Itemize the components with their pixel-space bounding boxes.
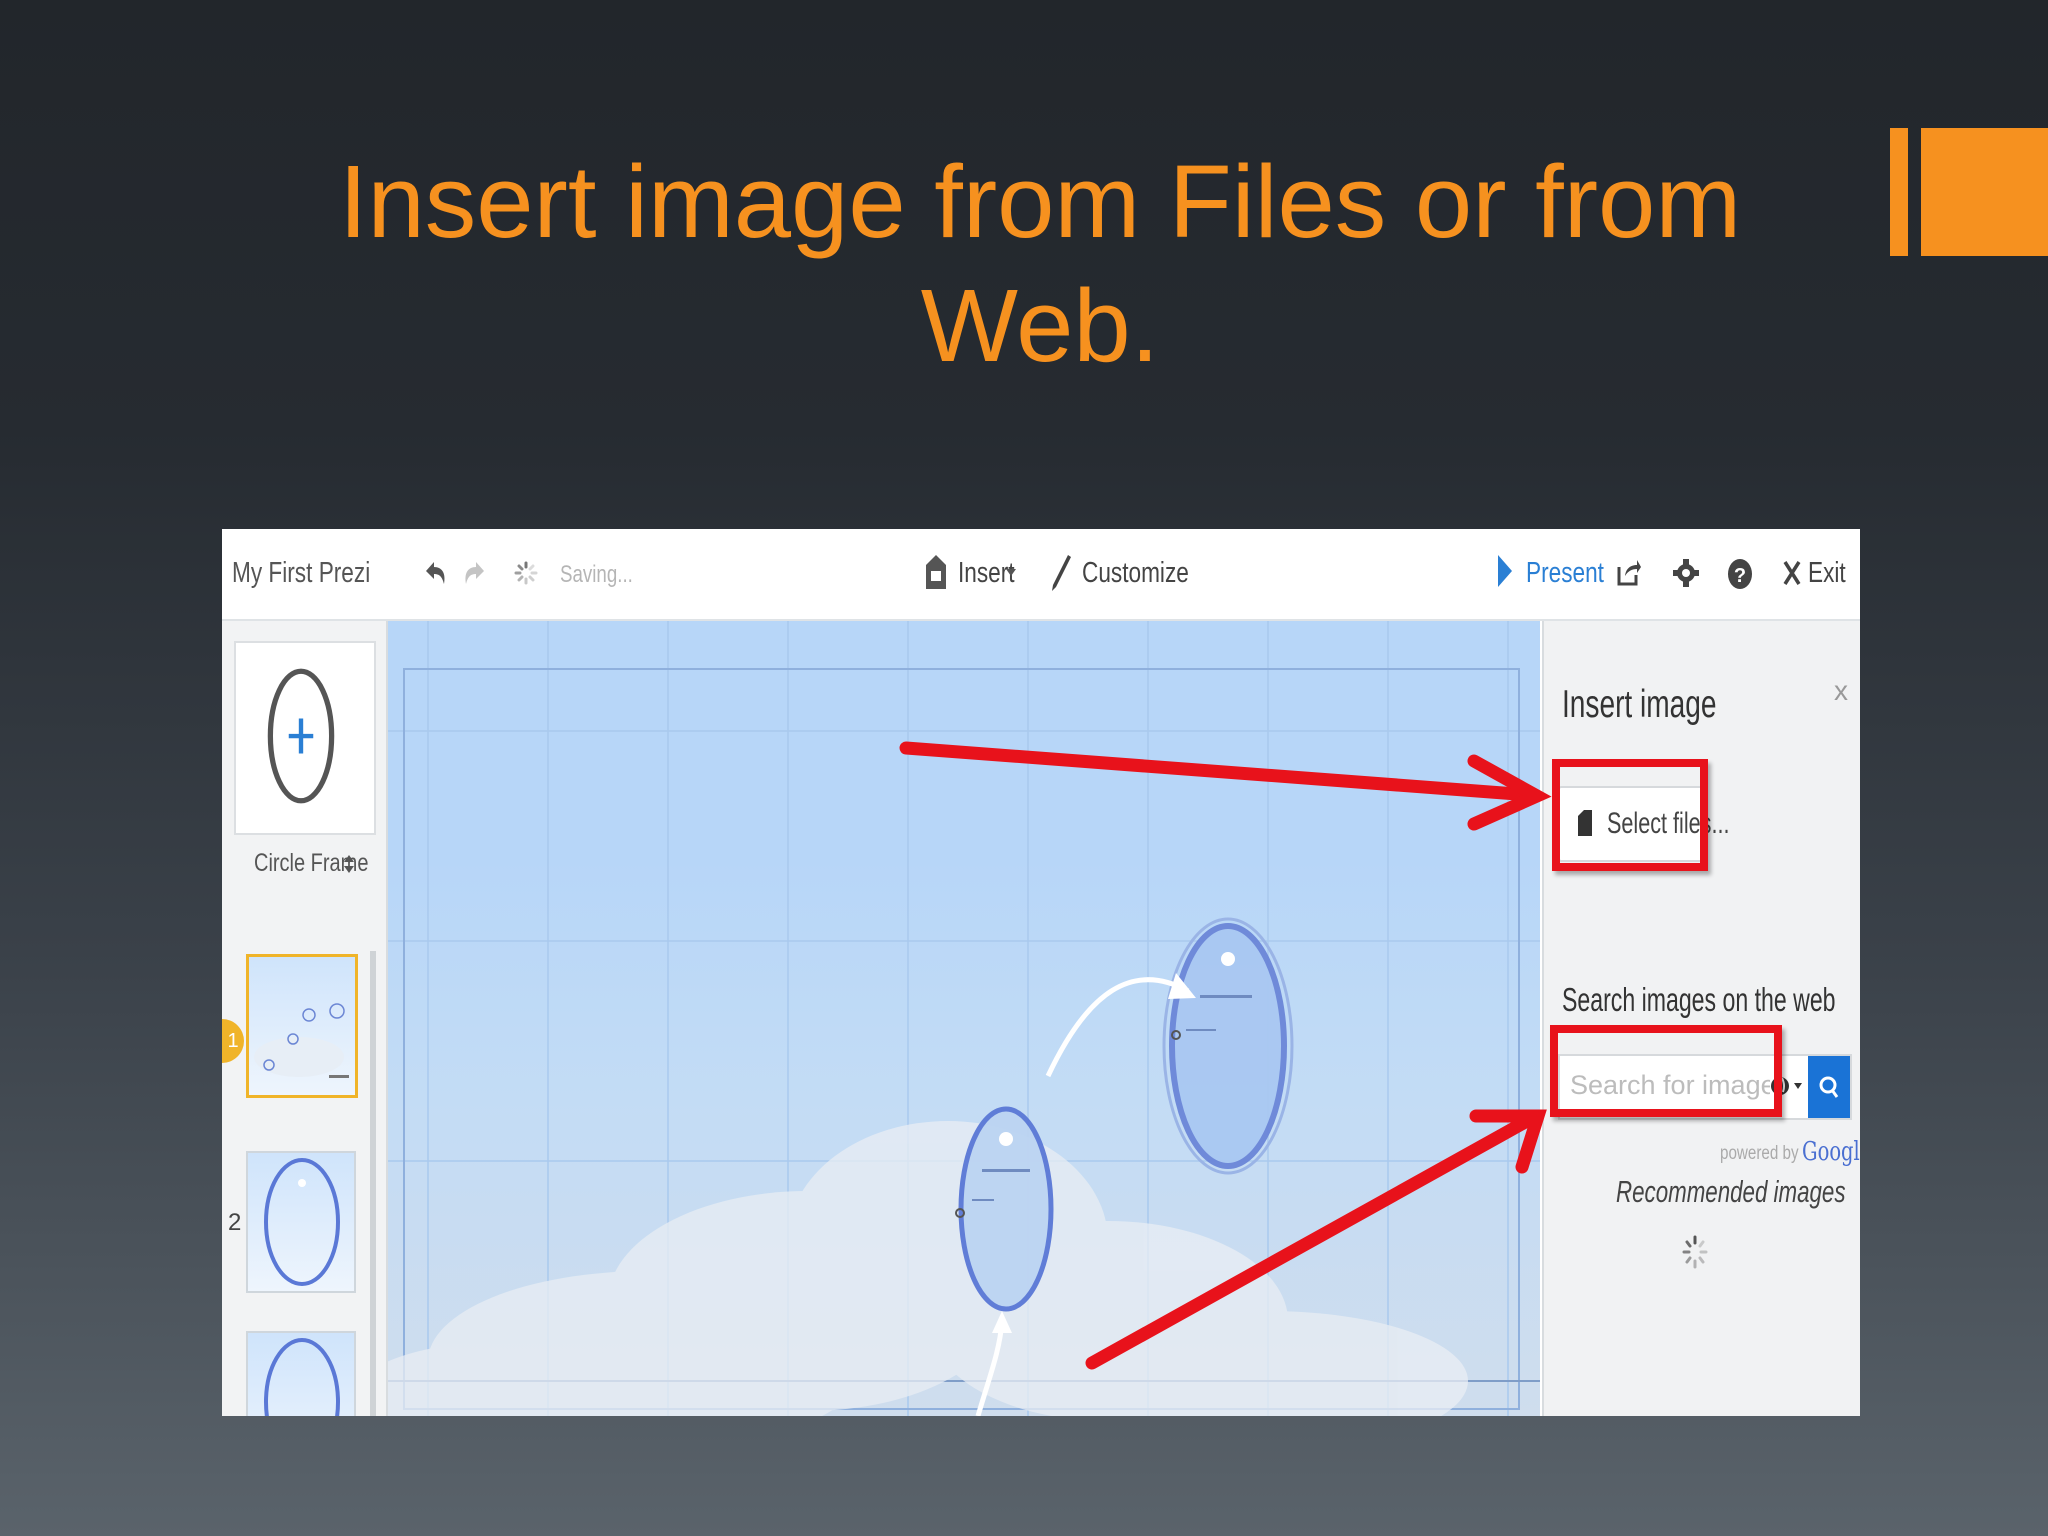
- share-icon[interactable]: [1616, 557, 1642, 587]
- slide-title: Insert image from Files or from Web.: [338, 144, 1742, 383]
- saving-status: Saving...: [560, 561, 633, 588]
- powered-by-text: powered by: [1720, 1143, 1799, 1164]
- search-heading: Search images on the web: [1562, 981, 1836, 1018]
- canvas-content: [388, 621, 1540, 1416]
- close-icon: [1783, 561, 1801, 585]
- recommended-images-label: Recommended images: [1616, 1174, 1846, 1209]
- thumbnail-preview: [264, 1338, 340, 1416]
- app-title: My First Prezi: [232, 557, 371, 589]
- slide-thumbnail[interactable]: [246, 954, 358, 1098]
- insert-image-panel: Insert image x Select files... Search im…: [1542, 621, 1860, 1416]
- present-label: Present: [1526, 557, 1604, 589]
- search-button[interactable]: [1808, 1056, 1850, 1118]
- loading-spinner-icon: [1682, 1235, 1708, 1269]
- left-sidebar: Circle Frame 1 2: [222, 621, 388, 1416]
- redo-icon[interactable]: [462, 559, 488, 587]
- panel-title: Insert image: [1562, 683, 1717, 726]
- thumbnail-number: 2: [228, 1209, 242, 1236]
- prezi-screenshot: My First Prezi Saving... Insert Customiz…: [222, 529, 1860, 1416]
- select-files-highlight: [1552, 759, 1708, 871]
- chevron-down-icon: [1006, 569, 1016, 576]
- thumbnail-preview: [254, 1003, 349, 1078]
- sort-arrows-icon: [344, 855, 354, 873]
- search-box-highlight: [1550, 1025, 1782, 1117]
- search-icon: [1819, 1076, 1839, 1098]
- thumbnail-scrollbar[interactable]: [370, 951, 376, 1416]
- help-icon[interactable]: ?: [1726, 557, 1754, 591]
- svg-text:?: ?: [1734, 565, 1746, 587]
- slide-thumbnail[interactable]: [246, 1151, 356, 1293]
- gear-icon[interactable]: [1672, 557, 1700, 589]
- accent-block: [1921, 128, 2048, 256]
- loading-spinner-icon: [514, 561, 538, 585]
- exit-label: Exit: [1808, 557, 1846, 589]
- google-logo: Google: [1802, 1137, 1860, 1167]
- panel-close-button[interactable]: x: [1834, 675, 1848, 707]
- play-icon: [1498, 555, 1512, 587]
- slide-thumbnail[interactable]: [246, 1331, 356, 1416]
- top-toolbar: My First Prezi Saving... Insert Customiz…: [222, 529, 1860, 621]
- insert-icon: [926, 555, 946, 589]
- thumbnail-preview: [264, 1158, 340, 1286]
- prezi-canvas[interactable]: [388, 621, 1540, 1416]
- customize-label: Customize: [1082, 557, 1189, 589]
- current-slide-badge: 1: [222, 1019, 244, 1063]
- accent-bar: [1890, 128, 1908, 256]
- undo-icon[interactable]: [422, 559, 448, 587]
- add-frame-card[interactable]: [234, 641, 376, 835]
- add-frame-icon: [267, 668, 335, 804]
- brush-icon: [1052, 555, 1071, 591]
